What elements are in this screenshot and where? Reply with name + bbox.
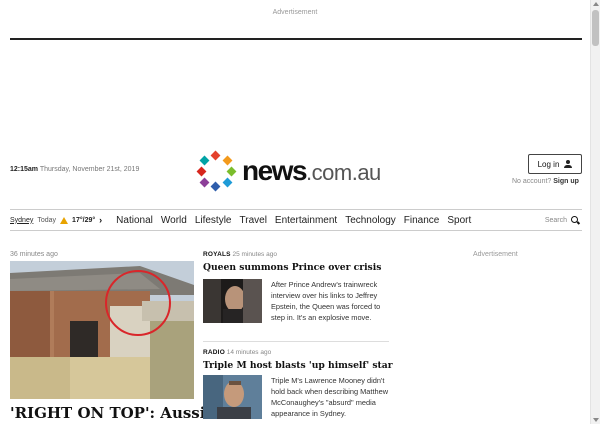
top-divider xyxy=(10,38,582,40)
logo-dot xyxy=(226,166,237,177)
story-time: 25 minutes ago xyxy=(232,251,277,258)
logo-mark-icon xyxy=(196,150,237,192)
logo-word-suffix: .com.au xyxy=(306,160,381,185)
site-logo[interactable]: news.com.au xyxy=(196,150,381,192)
no-account-text: No account? xyxy=(512,178,552,185)
scroll-down-arrow-icon[interactable] xyxy=(593,418,599,422)
story-kicker: RADIO 14 minutes ago xyxy=(203,349,389,356)
page-scrollbar[interactable] xyxy=(590,0,600,424)
search-icon[interactable] xyxy=(571,215,580,225)
main-nav: Sydney Today 17°/29° › National World Li… xyxy=(10,209,582,231)
story-thumbnail[interactable] xyxy=(203,279,262,323)
logo-word-main: news xyxy=(242,155,308,186)
current-datetime: 12:15am Thursday, November 21st, 2019 xyxy=(10,166,139,173)
story-divider xyxy=(203,341,389,342)
nav-item-entertainment[interactable]: Entertainment xyxy=(275,215,337,226)
story-thumbnail[interactable] xyxy=(203,375,262,419)
search-control[interactable]: Search xyxy=(544,215,582,225)
nav-item-travel[interactable]: Travel xyxy=(240,215,267,226)
login-label: Log in xyxy=(537,159,560,169)
logo-dot xyxy=(199,155,210,166)
nav-item-lifestyle[interactable]: Lifestyle xyxy=(195,215,232,226)
nav-item-world[interactable]: World xyxy=(161,215,187,226)
scrollbar-thumb[interactable] xyxy=(592,10,599,46)
sun-icon xyxy=(60,216,69,224)
logo-dot xyxy=(199,177,210,188)
lead-story-time: 36 minutes ago xyxy=(10,251,58,258)
current-date: Thursday, November 21st, 2019 xyxy=(39,166,140,173)
nav-links: National World Lifestyle Travel Entertai… xyxy=(116,215,471,226)
story-section[interactable]: ROYALS xyxy=(203,251,231,258)
logo-dot xyxy=(210,150,221,161)
nav-item-sport[interactable]: Sport xyxy=(447,215,471,226)
current-time: 12:15am xyxy=(10,166,39,173)
story-card-radio[interactable]: RADIO 14 minutes ago Triple M host blast… xyxy=(203,349,393,419)
story-summary: After Prince Andrew's trainwreck intervi… xyxy=(271,280,381,322)
story-headline[interactable]: Triple M host blasts 'up himself' star xyxy=(203,360,393,371)
search-label: Search xyxy=(544,216,567,224)
lead-story-title[interactable]: 'RIGHT ON TOP': Aussie xyxy=(10,404,215,422)
logo-dot xyxy=(222,155,233,166)
weather-temps: 17°/29° xyxy=(72,216,96,224)
weather-day: Today xyxy=(37,216,57,224)
logo-dot xyxy=(222,177,233,188)
nav-item-finance[interactable]: Finance xyxy=(404,215,440,226)
story-thumbnail-photo xyxy=(203,375,262,419)
story-headline[interactable]: Queen summons Prince over crisis xyxy=(203,262,389,273)
signup-link[interactable]: Sign up xyxy=(553,178,579,185)
side-ad-label: Advertisement xyxy=(473,251,518,258)
chevron-right-icon[interactable]: › xyxy=(99,215,102,225)
nav-item-national[interactable]: National xyxy=(116,215,153,226)
top-ad-label: Advertisement xyxy=(272,9,318,16)
scroll-up-arrow-icon[interactable] xyxy=(593,2,599,6)
nav-item-technology[interactable]: Technology xyxy=(345,215,396,226)
logo-dot xyxy=(210,181,221,192)
story-summary: Triple M's Lawrence Mooney didn't hold b… xyxy=(271,376,389,418)
logo-wordmark: news.com.au xyxy=(242,157,381,185)
lead-story-image[interactable] xyxy=(10,261,194,399)
story-kicker: ROYALS 25 minutes ago xyxy=(203,251,389,258)
login-button[interactable]: Log in xyxy=(528,154,582,174)
lead-story-photo xyxy=(10,261,194,399)
story-card-royals[interactable]: ROYALS 25 minutes ago Queen summons Prin… xyxy=(203,251,389,323)
weather-city[interactable]: Sydney xyxy=(10,217,33,224)
logo-dot xyxy=(196,166,207,177)
signup-prompt: No account? Sign up xyxy=(512,178,579,185)
story-section[interactable]: RADIO xyxy=(203,349,225,356)
story-thumbnail-photo xyxy=(203,279,262,323)
user-icon xyxy=(564,160,573,168)
weather-widget[interactable]: Sydney Today 17°/29° › xyxy=(10,215,102,225)
story-time: 14 minutes ago xyxy=(226,349,272,356)
